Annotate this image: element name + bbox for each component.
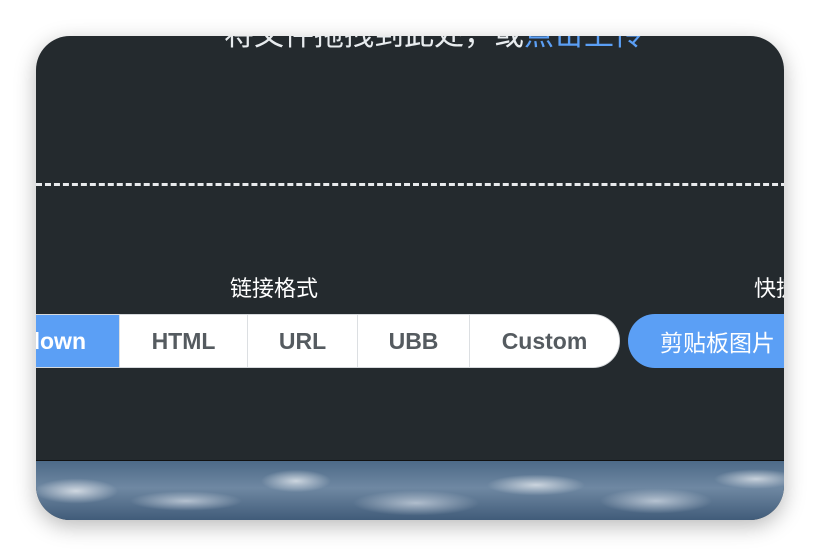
format-option-markdown[interactable]: Markdown	[36, 315, 119, 367]
format-option-url[interactable]: URL	[247, 315, 357, 367]
background-image	[36, 460, 784, 520]
drop-zone-hint: 将文件拖拽到此处，或	[224, 36, 524, 52]
drop-zone-border	[36, 183, 784, 186]
upload-panel: 将文件拖拽到此处，或点击上传 链接格式 快捷 Markdown HTML URL…	[36, 36, 784, 520]
quick-actions-label: 快捷	[754, 276, 784, 301]
format-option-ubb[interactable]: UBB	[357, 315, 469, 367]
drop-zone-text[interactable]: 将文件拖拽到此处，或点击上传	[224, 36, 644, 56]
clipboard-image-button[interactable]: 剪贴板图片	[628, 314, 784, 368]
link-format-selector: Markdown HTML URL UBB Custom	[36, 314, 620, 368]
link-format-label: 链接格式	[230, 276, 319, 301]
click-upload-link[interactable]: 点击上传	[524, 36, 644, 52]
format-option-custom[interactable]: Custom	[469, 315, 619, 367]
format-option-html[interactable]: HTML	[119, 315, 247, 367]
